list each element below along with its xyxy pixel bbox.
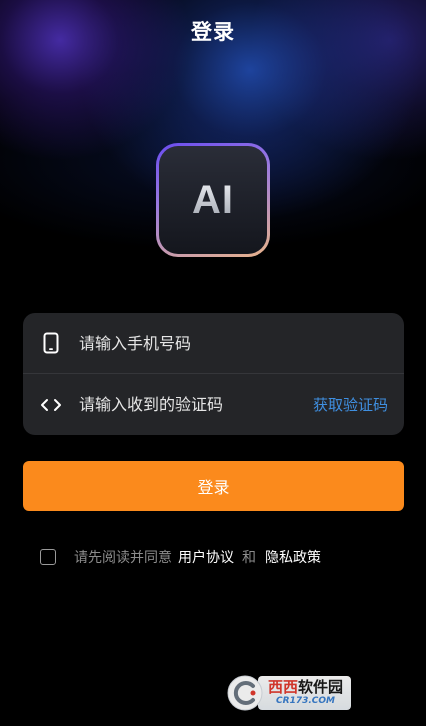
- phone-icon: [23, 332, 79, 354]
- code-brackets-icon: [23, 398, 79, 412]
- verification-code-input[interactable]: [79, 389, 313, 420]
- phone-row: [23, 313, 404, 374]
- app-logo: AI: [156, 143, 270, 257]
- login-form-card: 获取验证码: [23, 313, 404, 435]
- watermark-text-box: 西西软件园 CR173.COM: [258, 676, 352, 710]
- login-button[interactable]: 登录: [23, 461, 404, 511]
- app-logo-inner: AI: [159, 146, 267, 254]
- privacy-policy-link[interactable]: 隐私政策: [265, 547, 321, 567]
- watermark-brand: 西西软件园: [268, 680, 343, 695]
- watermark-brand-red: 西西: [268, 678, 299, 696]
- phone-input[interactable]: [79, 328, 404, 358]
- agreement-and: 和: [242, 550, 256, 566]
- watermark-url: CR173.COM: [276, 696, 335, 706]
- app-logo-text: AI: [192, 177, 234, 222]
- get-code-button[interactable]: 获取验证码: [313, 394, 404, 415]
- watermark: 西西软件园 CR173.COM: [226, 672, 408, 714]
- user-agreement-link[interactable]: 用户协议: [178, 547, 234, 567]
- watermark-brand-dark: 软件园: [298, 678, 344, 696]
- agreement-row: 请先阅读并同意 用户协议 和 隐私政策: [40, 546, 321, 568]
- page-title: 登录: [191, 20, 235, 44]
- watermark-logo-icon: [226, 674, 264, 712]
- agreement-checkbox[interactable]: [40, 549, 56, 565]
- agreement-prefix: 请先阅读并同意: [74, 550, 172, 566]
- code-row: 获取验证码: [23, 374, 404, 435]
